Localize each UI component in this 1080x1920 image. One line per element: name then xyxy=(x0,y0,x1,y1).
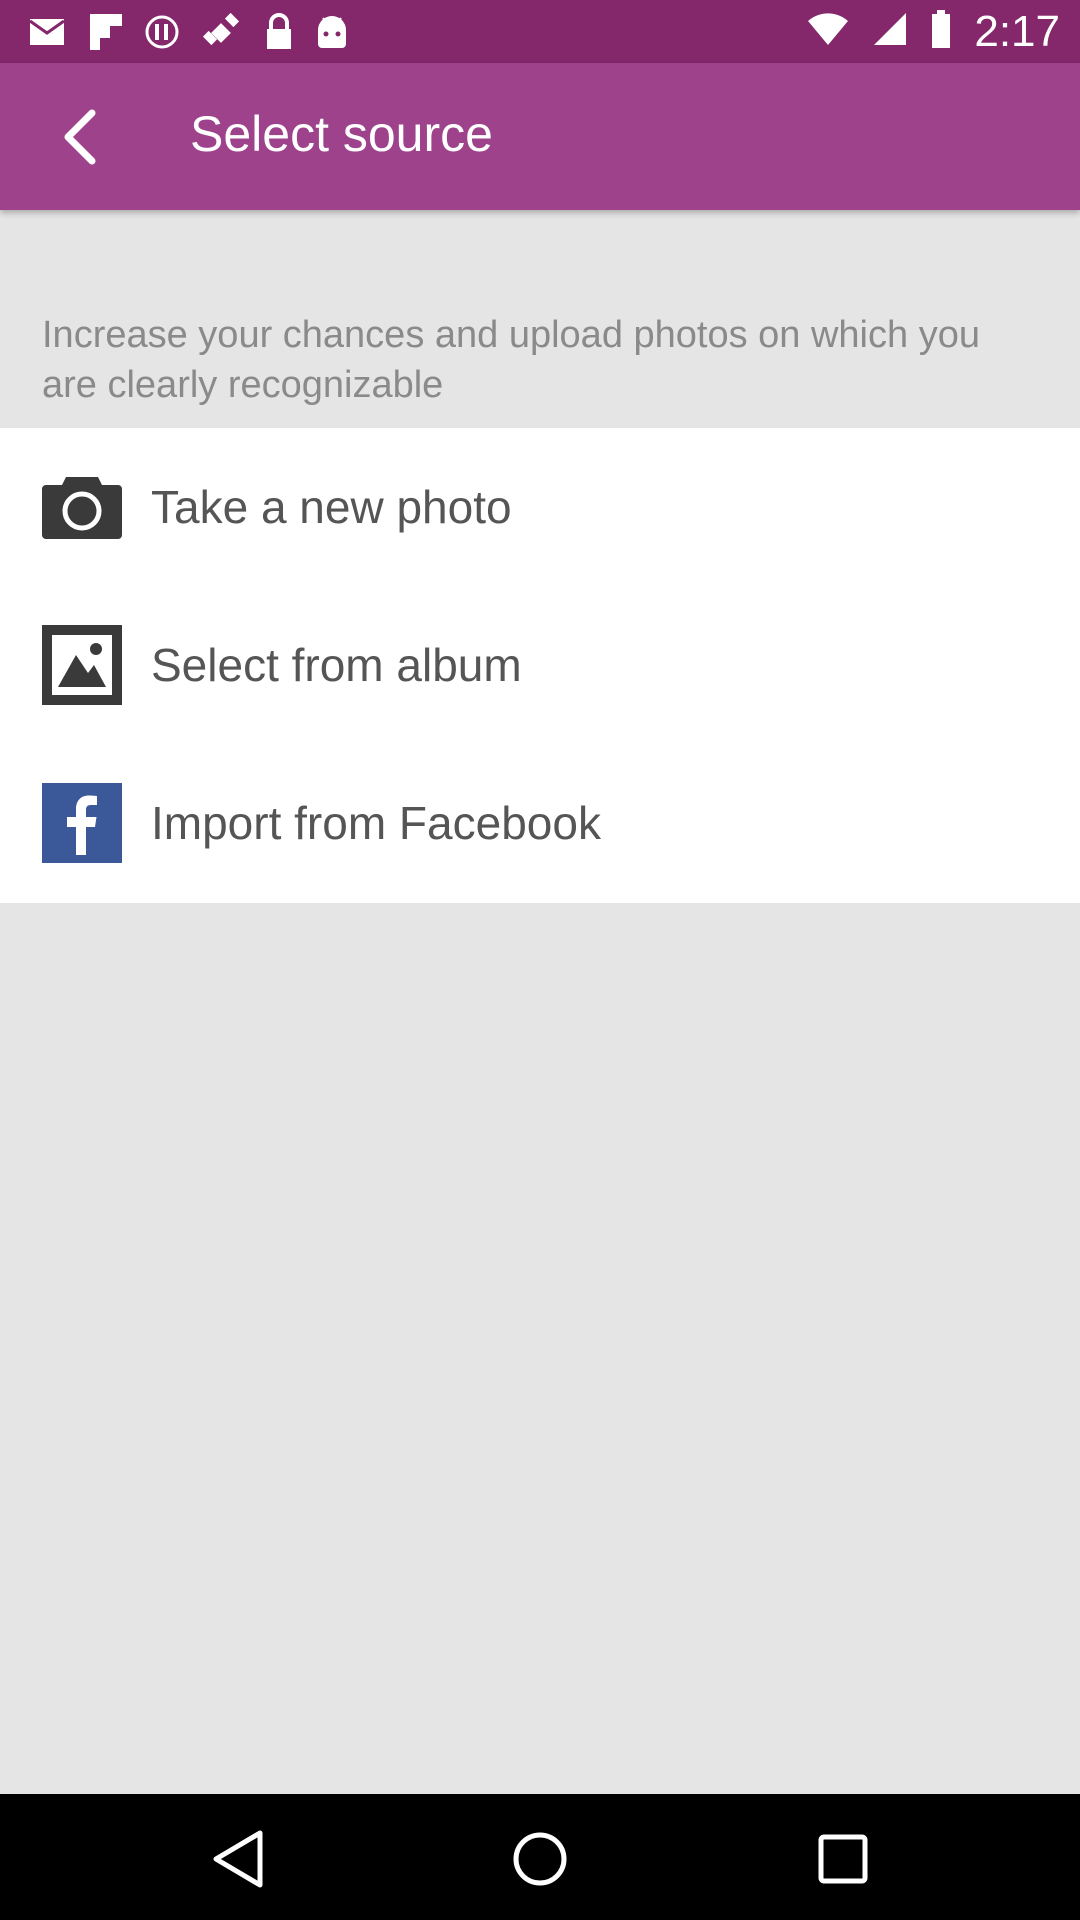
clock: 2:17 xyxy=(974,6,1060,56)
home-nav-icon xyxy=(513,1832,567,1886)
select-album-label: Select from album xyxy=(151,639,522,691)
camera-icon xyxy=(42,467,122,547)
navigation-bar xyxy=(0,1794,1080,1920)
battery-icon xyxy=(930,9,952,54)
fake-gps-icon xyxy=(200,12,244,52)
system-status: 2:17 xyxy=(806,0,1060,63)
mail-icon xyxy=(28,15,68,49)
back-nav-button[interactable] xyxy=(203,1824,273,1894)
android-icon xyxy=(314,12,350,52)
take-photo-option[interactable]: Take a new photo xyxy=(0,428,1080,586)
back-button[interactable] xyxy=(40,97,120,177)
alert-icon xyxy=(144,14,180,50)
back-arrow-icon xyxy=(64,109,96,165)
import-facebook-option[interactable]: Import from Facebook xyxy=(0,744,1080,902)
recents-nav-button[interactable] xyxy=(808,1824,878,1894)
home-nav-button[interactable] xyxy=(505,1824,575,1894)
lock-icon xyxy=(264,12,294,52)
recents-nav-icon xyxy=(818,1834,868,1884)
hint-text: Increase your chances and upload photos … xyxy=(42,314,980,406)
status-bar: 2:17 xyxy=(0,0,1080,63)
take-photo-label: Take a new photo xyxy=(151,481,512,533)
signal-icon xyxy=(872,11,908,52)
import-facebook-label: Import from Facebook xyxy=(151,797,601,849)
wifi-icon xyxy=(806,11,850,52)
flipboard-icon xyxy=(88,12,124,52)
album-icon xyxy=(42,625,122,705)
source-options-list: Take a new photo Select from album Impor… xyxy=(0,428,1080,903)
facebook-icon xyxy=(42,783,122,863)
select-album-option[interactable]: Select from album xyxy=(0,586,1080,744)
notification-icons xyxy=(28,10,350,54)
back-nav-icon xyxy=(213,1830,263,1888)
page-title: Select source xyxy=(190,106,493,162)
app-bar: Select source xyxy=(0,63,1080,210)
